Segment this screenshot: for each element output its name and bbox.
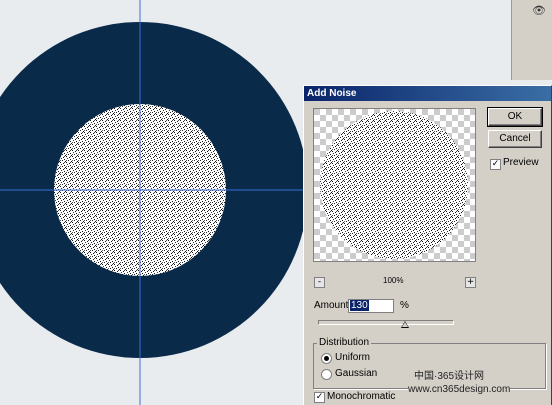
amount-value: 130 (350, 300, 369, 311)
monochromatic-label: Monochromatic (327, 391, 396, 402)
checkmark-icon: ✓ (315, 392, 324, 402)
amount-unit: % (400, 300, 409, 311)
watermark-line-2: www.cn365design.com (408, 384, 511, 395)
uniform-label: Uniform (335, 352, 371, 363)
distribution-legend: Distribution (317, 337, 372, 348)
amount-input[interactable]: 130 (348, 299, 394, 313)
zoom-out-button[interactable]: - (314, 277, 325, 288)
monochromatic-checkbox[interactable]: ✓ (314, 392, 325, 403)
layers-panel-edge: 👁 (511, 0, 552, 80)
preview-checkbox[interactable]: ✓ (490, 159, 501, 170)
amount-label: Amount: (314, 300, 352, 311)
preview-label: Preview (503, 157, 539, 168)
add-noise-dialog: Add Noise OK Cancel ✓ Preview - 100% + A… (303, 85, 552, 405)
cancel-button[interactable]: Cancel (488, 130, 542, 148)
site-watermark: 中国·365设计网 www.cn365design.com (408, 370, 511, 396)
amount-slider-track[interactable] (318, 320, 454, 325)
watermark-line-1: 中国·365设计网 (414, 371, 485, 382)
checkmark-icon: ✓ (491, 159, 500, 169)
dialog-titlebar[interactable]: Add Noise (304, 86, 551, 101)
zoom-level: 100% (383, 276, 404, 285)
dialog-title: Add Noise (307, 88, 357, 99)
uniform-radio[interactable] (321, 353, 332, 364)
amount-slider-thumb[interactable] (401, 321, 410, 328)
filter-preview[interactable] (313, 108, 476, 262)
eye-icon[interactable]: 👁 (532, 4, 546, 18)
ok-button[interactable]: OK (487, 107, 543, 127)
gaussian-label: Gaussian (335, 368, 378, 379)
zoom-in-button[interactable]: + (465, 277, 476, 288)
gaussian-radio[interactable] (321, 369, 332, 380)
